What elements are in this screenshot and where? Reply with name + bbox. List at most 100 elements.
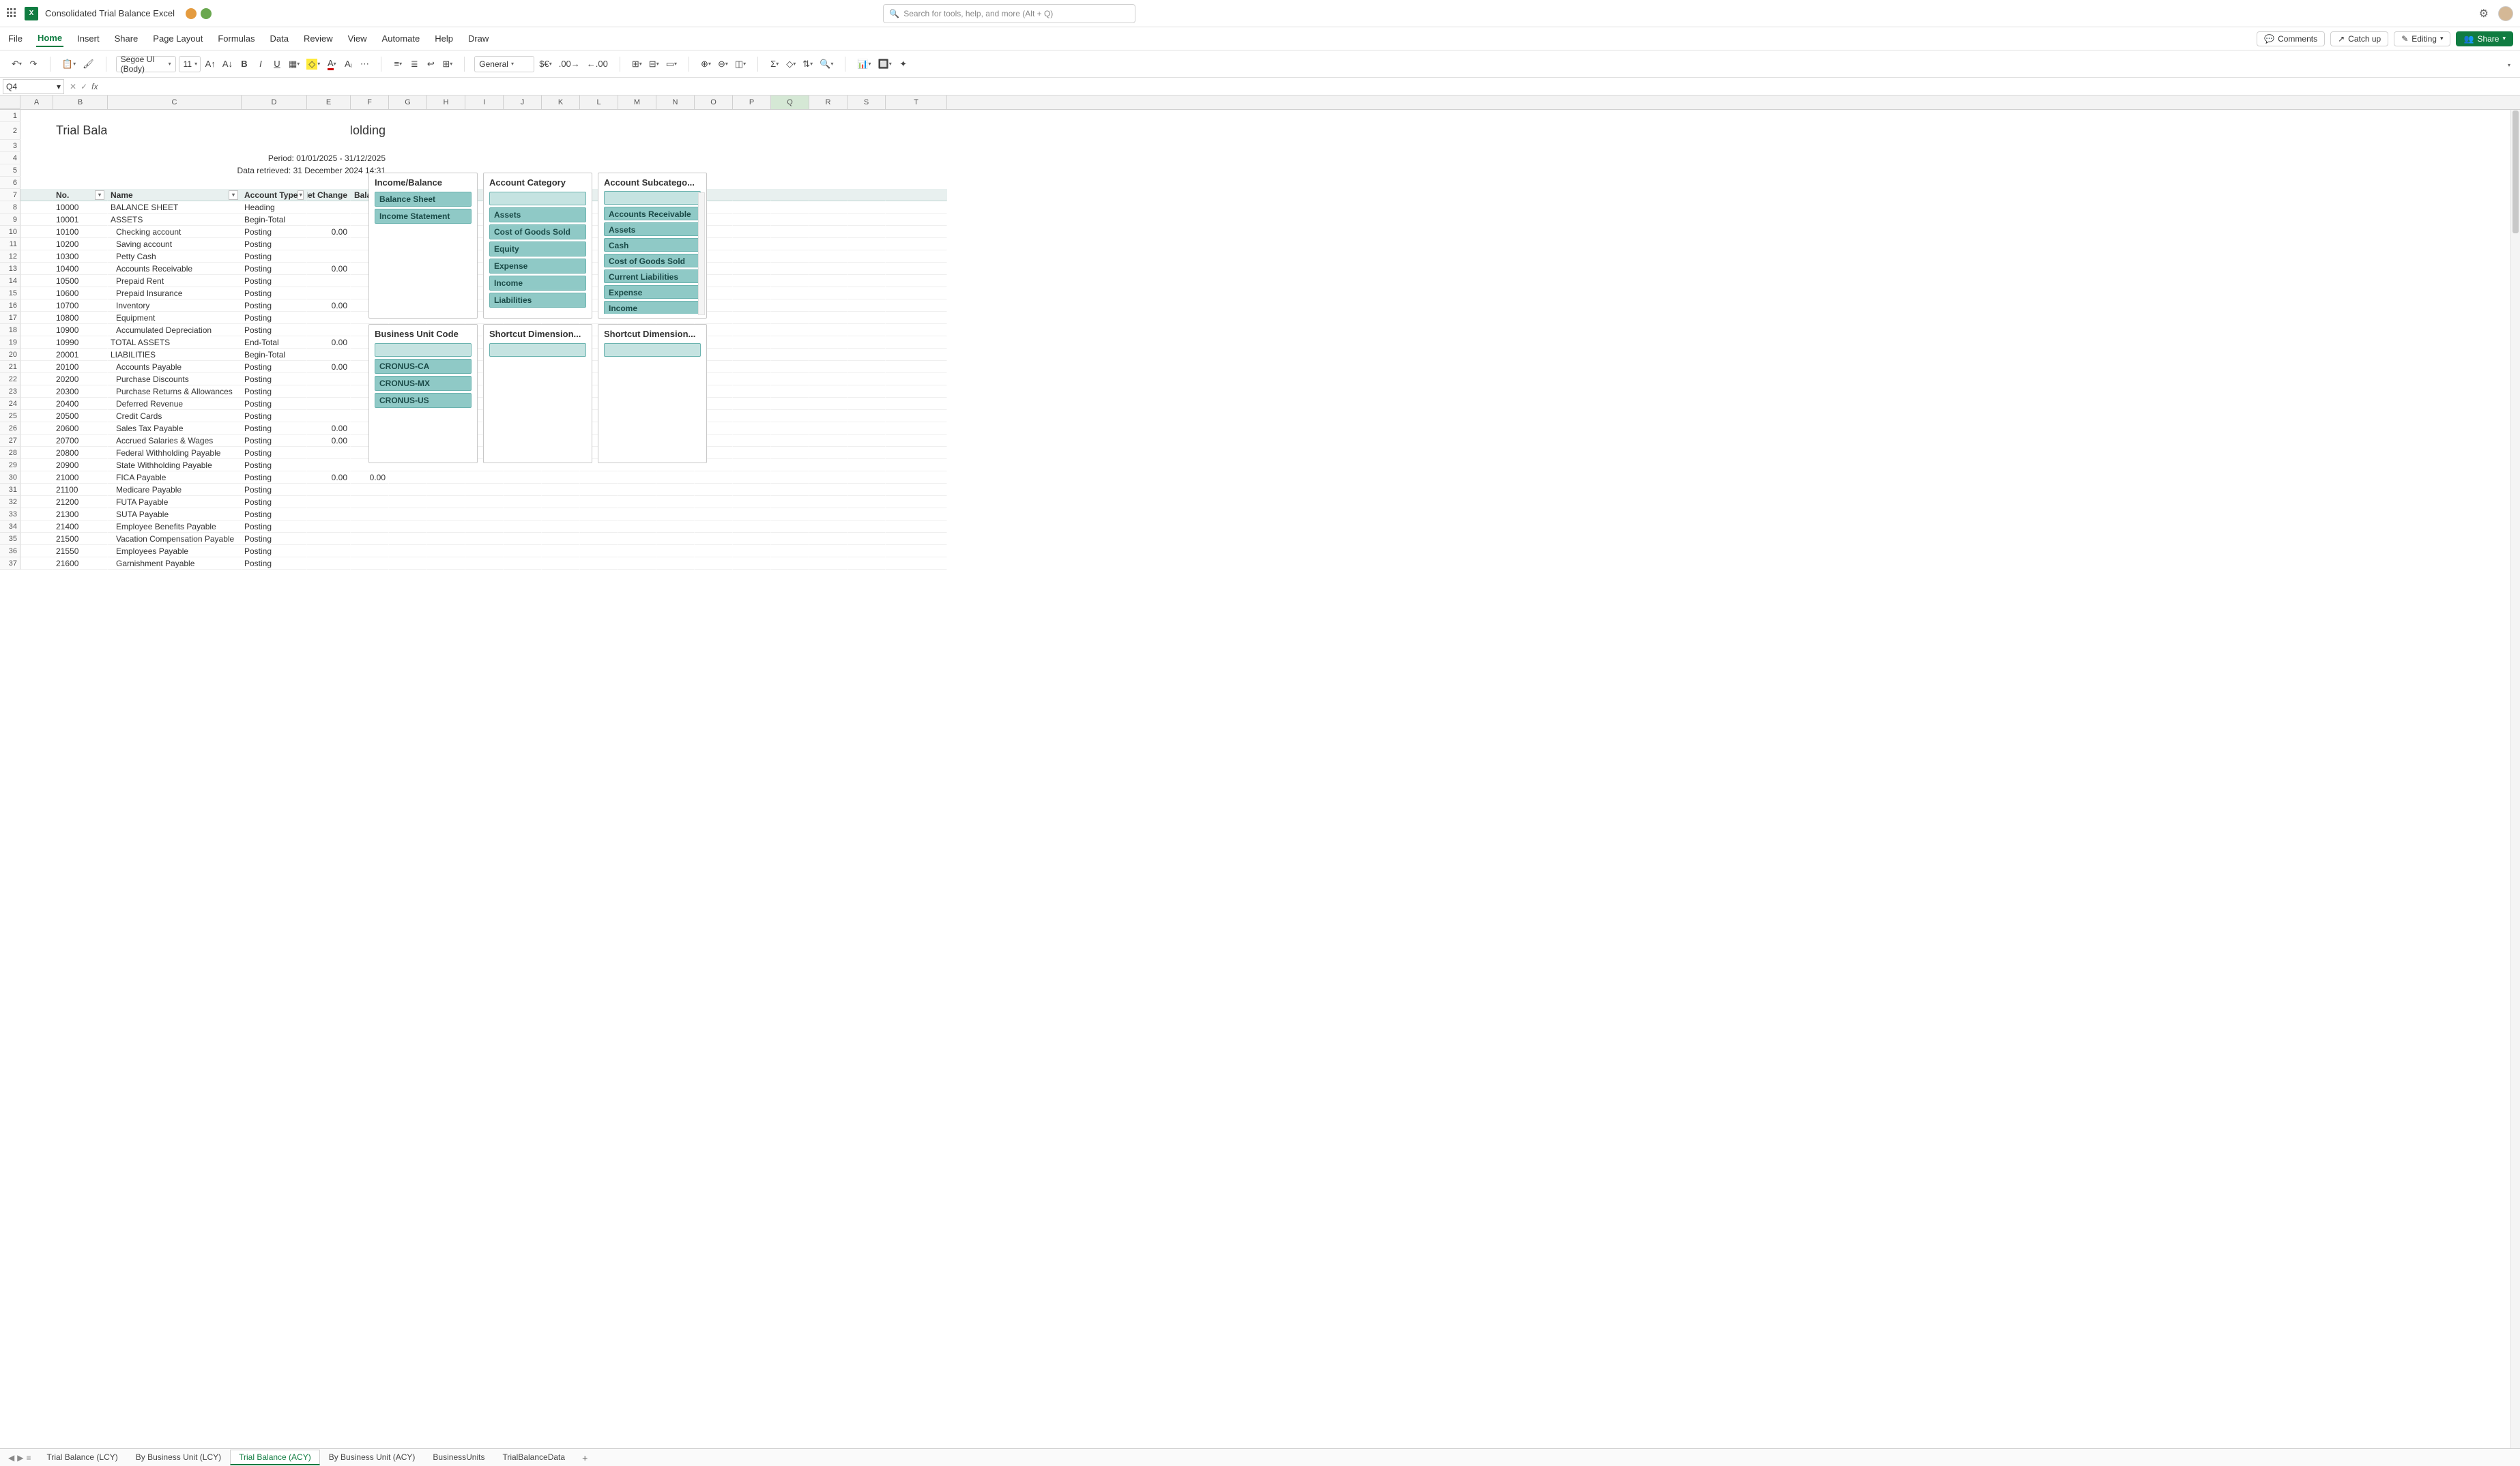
cell[interactable] <box>618 557 656 570</box>
cell[interactable] <box>20 496 53 508</box>
cell[interactable] <box>580 152 618 164</box>
slicer-item[interactable]: Expense <box>604 285 701 299</box>
row-header[interactable]: 11 <box>0 238 20 250</box>
slicer[interactable]: Shortcut Dimension... <box>483 324 592 463</box>
cell[interactable] <box>427 110 465 122</box>
row-header[interactable]: 8 <box>0 201 20 214</box>
menu-review[interactable]: Review <box>302 31 334 46</box>
cell[interactable] <box>20 275 53 287</box>
cell[interactable] <box>427 545 465 557</box>
cell[interactable] <box>809 336 848 349</box>
cell[interactable] <box>886 471 947 484</box>
cell[interactable] <box>427 557 465 570</box>
slicer-item[interactable]: Accounts Receivable <box>604 207 701 220</box>
cell[interactable] <box>656 484 695 496</box>
row-header[interactable]: 34 <box>0 521 20 533</box>
cell[interactable]: 20800 <box>53 447 108 459</box>
cell[interactable] <box>108 110 242 122</box>
slicer-item[interactable]: Balance Sheet <box>375 192 472 207</box>
align-button[interactable]: ≡▾ <box>391 56 405 72</box>
cell[interactable] <box>733 214 771 226</box>
borders-button[interactable]: ▦▾ <box>287 56 302 72</box>
row-header[interactable]: 1 <box>0 110 20 122</box>
cell[interactable] <box>695 496 733 508</box>
row-header[interactable]: 4 <box>0 152 20 164</box>
cell[interactable] <box>809 299 848 312</box>
cell[interactable] <box>733 484 771 496</box>
cell[interactable] <box>771 557 809 570</box>
cell[interactable] <box>307 484 351 496</box>
cell[interactable] <box>848 164 886 177</box>
cell[interactable] <box>465 110 504 122</box>
cell[interactable] <box>20 533 53 545</box>
col-header-H[interactable]: H <box>427 96 465 109</box>
cell[interactable] <box>656 533 695 545</box>
cell[interactable] <box>389 140 427 152</box>
cell[interactable] <box>695 521 733 533</box>
cell[interactable]: SUTA Payable <box>108 508 242 521</box>
row-header[interactable]: 7 <box>0 189 20 201</box>
delete-cells-button[interactable]: ⊟▾ <box>647 56 661 72</box>
cell[interactable] <box>848 361 886 373</box>
sheet-tab[interactable]: Trial Balance (ACY) <box>230 1450 320 1465</box>
cell[interactable] <box>733 508 771 521</box>
cell[interactable] <box>307 508 351 521</box>
cell[interactable] <box>20 471 53 484</box>
italic-button[interactable]: I <box>254 56 267 72</box>
comments-button[interactable]: 💬Comments <box>2257 31 2325 46</box>
cell[interactable] <box>771 287 809 299</box>
cell[interactable] <box>20 189 53 201</box>
cell[interactable] <box>848 214 886 226</box>
cell[interactable] <box>886 238 947 250</box>
cell[interactable]: 10100 <box>53 226 108 238</box>
cell[interactable] <box>20 312 53 324</box>
sheet-tab[interactable]: By Business Unit (ACY) <box>320 1450 424 1465</box>
cell[interactable]: Posting <box>242 422 307 435</box>
cell[interactable] <box>465 152 504 164</box>
row-header[interactable]: 13 <box>0 263 20 275</box>
cell[interactable] <box>307 385 351 398</box>
cell[interactable] <box>886 336 947 349</box>
cell[interactable] <box>771 373 809 385</box>
cell[interactable]: 10000 <box>53 201 108 214</box>
cell[interactable] <box>307 287 351 299</box>
cell[interactable] <box>809 398 848 410</box>
col-header-D[interactable]: D <box>242 96 307 109</box>
cell[interactable]: 0.00 <box>307 299 351 312</box>
cell[interactable]: Begin-Total <box>242 349 307 361</box>
cell[interactable] <box>848 312 886 324</box>
cell[interactable] <box>733 349 771 361</box>
copilot-button[interactable]: ✦ <box>897 56 910 72</box>
slicer-item[interactable]: CRONUS-US <box>375 393 472 408</box>
cell[interactable] <box>389 521 427 533</box>
cell[interactable] <box>733 152 771 164</box>
insert-button[interactable]: ⊕▾ <box>699 56 713 72</box>
row-header[interactable]: 15 <box>0 287 20 299</box>
cell[interactable] <box>848 557 886 570</box>
cell[interactable]: 10600 <box>53 287 108 299</box>
cell[interactable] <box>809 545 848 557</box>
cell[interactable] <box>504 471 542 484</box>
filter-icon[interactable]: ▾ <box>229 190 238 200</box>
font-size-select[interactable]: 11▾ <box>179 56 201 72</box>
col-header-G[interactable]: G <box>389 96 427 109</box>
cell[interactable] <box>848 287 886 299</box>
cell[interactable] <box>307 177 351 189</box>
slicer[interactable]: Business Unit CodeCRONUS-CACRONUS-MXCRON… <box>368 324 478 463</box>
sheet-tab[interactable]: Trial Balance (LCY) <box>38 1450 126 1465</box>
cell[interactable]: Accounts Payable <box>108 361 242 373</box>
cell[interactable] <box>771 459 809 471</box>
cell[interactable] <box>733 140 771 152</box>
redo-button[interactable]: ↷ <box>27 56 40 72</box>
cell[interactable] <box>771 336 809 349</box>
col-header-E[interactable]: E <box>307 96 351 109</box>
cell[interactable] <box>580 545 618 557</box>
cell[interactable] <box>656 496 695 508</box>
cell[interactable] <box>886 422 947 435</box>
cell[interactable] <box>886 410 947 422</box>
cell[interactable] <box>771 299 809 312</box>
cell[interactable] <box>20 545 53 557</box>
cell[interactable]: 10990 <box>53 336 108 349</box>
undo-button[interactable]: ↶▾ <box>10 56 24 72</box>
cell[interactable]: 0.00 <box>307 422 351 435</box>
